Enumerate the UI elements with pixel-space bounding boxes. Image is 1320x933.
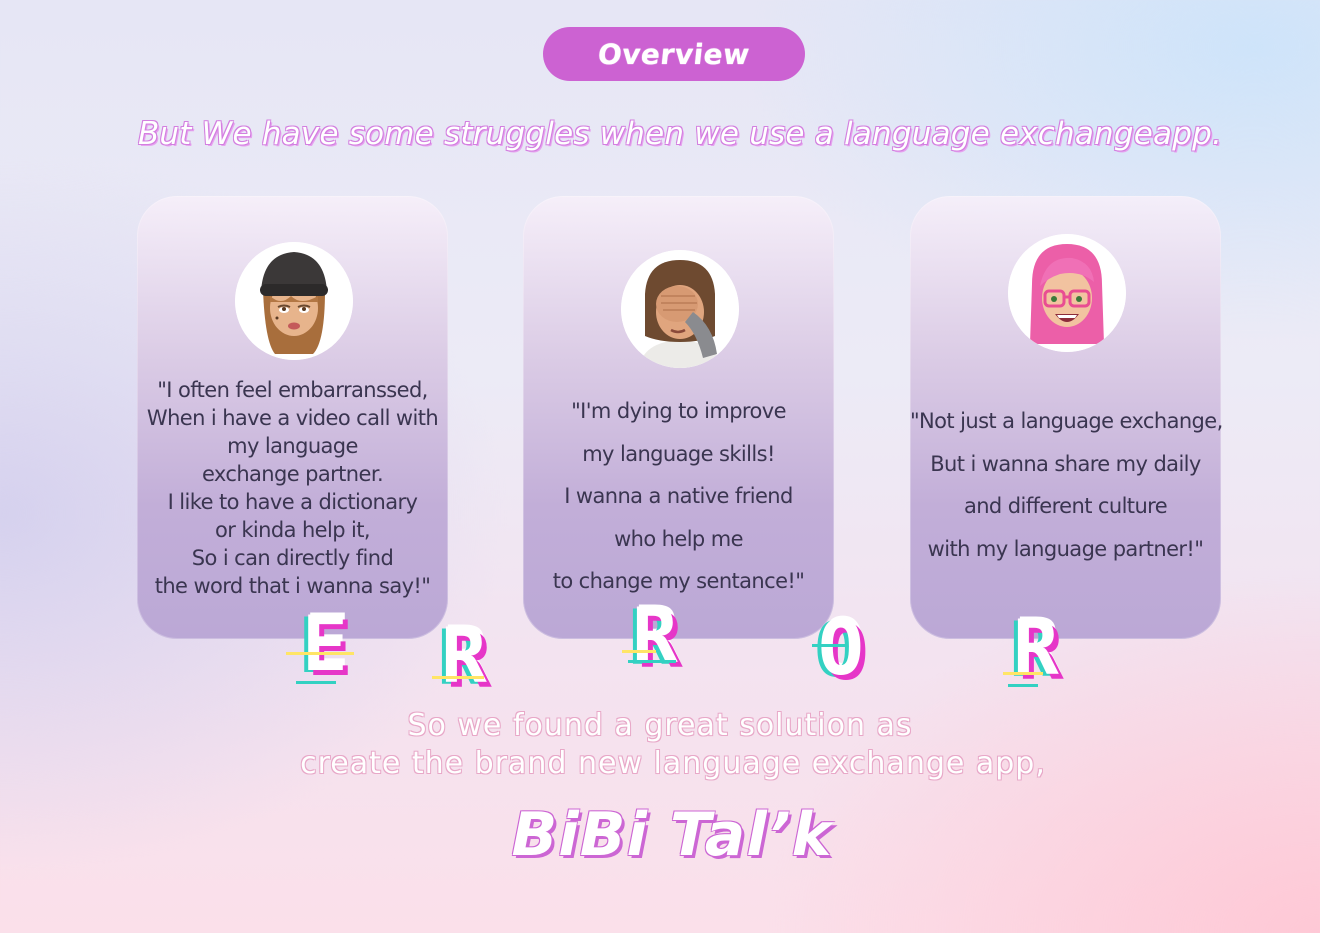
- glitch-bar: [1008, 684, 1038, 687]
- quote-line: So i can directly find: [191, 546, 394, 570]
- quote-text: "Not just a language exchange, But i wan…: [910, 400, 1223, 570]
- glitch-bar: [812, 644, 848, 647]
- error-letter-r-2: R: [632, 591, 678, 680]
- quote-line: who help me: [614, 526, 743, 551]
- quote-line: "I often feel embarranssed,: [157, 378, 428, 402]
- overview-pill-label: Overview: [596, 37, 752, 71]
- solution-line-2: create the brand new language exchange a…: [300, 746, 1046, 781]
- memoji-facepalm-icon: [621, 250, 739, 368]
- quote-line: But i wanna share my daily: [930, 451, 1201, 476]
- brand-logo-text: BiBi Tal’k: [511, 800, 833, 870]
- quote-line: or kinda help it,: [215, 518, 371, 542]
- glitch-bar: [622, 650, 656, 653]
- quote-line: exchange partner.: [201, 462, 384, 486]
- glitch-bar: [296, 681, 336, 684]
- quote-text: "I'm dying to improve my language skills…: [523, 390, 834, 603]
- quote-line: "Not just a language exchange,: [910, 409, 1223, 433]
- solution-line-1: So we found a great solution as: [407, 708, 913, 743]
- glitch-bar: [1003, 672, 1043, 675]
- quote-line: the word that i wanna say!": [154, 574, 431, 598]
- memoji-pink-hair-glasses-icon: [1008, 234, 1126, 352]
- quote-line: my language: [227, 434, 358, 458]
- memoji-beanie-girl-icon: [235, 242, 353, 360]
- struggle-card-1: "I often feel embarranssed, When i have …: [137, 196, 448, 639]
- error-letter-o: O: [818, 603, 864, 692]
- quote-line: with my language partner!": [927, 536, 1204, 561]
- glitch-bar: [432, 676, 484, 679]
- quote-line: "I'm dying to improve: [571, 399, 786, 423]
- quote-line: I wanna a native friend: [564, 484, 793, 508]
- quote-text: "I often feel embarranssed, When i have …: [137, 376, 448, 600]
- error-letter-r-3: R: [1013, 603, 1059, 692]
- struggles-headline: But We have some struggles when we use a…: [137, 116, 1223, 152]
- quote-line: When i have a video call with: [146, 406, 439, 430]
- quote-line: and different culture: [963, 494, 1168, 518]
- error-letter-e: E: [302, 599, 348, 688]
- quote-line: to change my sentance!": [552, 569, 805, 593]
- quote-line: I like to have a dictionary: [167, 490, 418, 514]
- error-letter-r-1: R: [441, 611, 487, 700]
- struggle-card-3: "Not just a language exchange, But i wan…: [910, 196, 1223, 639]
- overview-pill: Overview: [543, 27, 805, 81]
- glitch-bar: [628, 660, 676, 663]
- glitch-bar: [286, 652, 354, 655]
- quote-line: my language skills!: [582, 441, 775, 466]
- struggle-card-2: "I'm dying to improve my language skills…: [523, 196, 834, 639]
